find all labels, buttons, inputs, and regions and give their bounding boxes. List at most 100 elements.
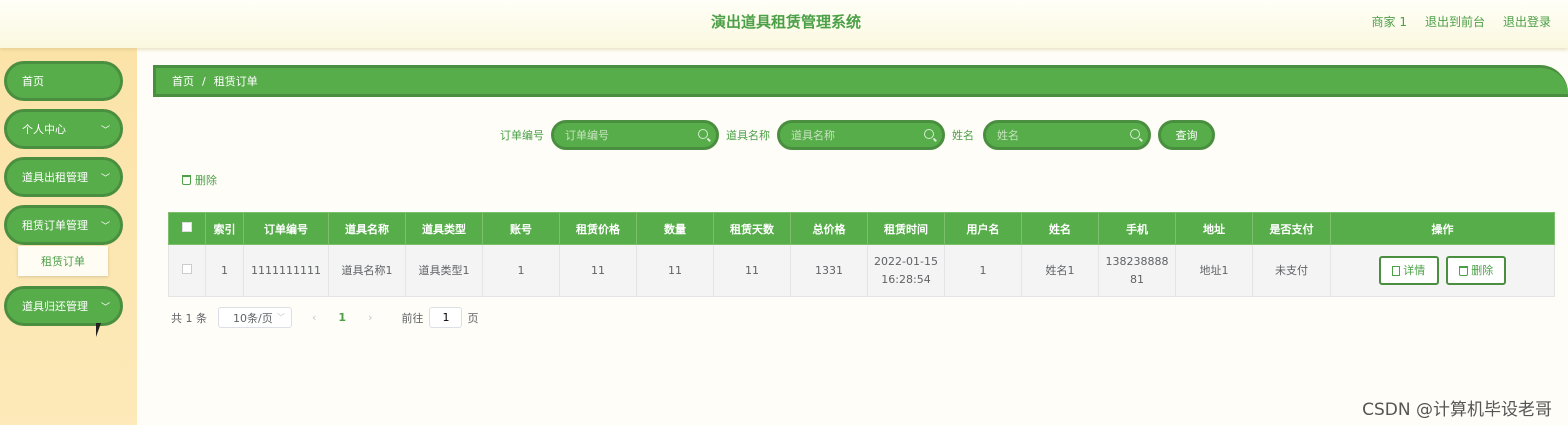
column-header: 租赁价格 — [559, 212, 637, 245]
breadcrumb-separator: / — [202, 74, 206, 88]
exit-to-front-link[interactable]: 退出到前台 — [1425, 13, 1485, 30]
top-links: 商家 1 退出到前台 退出登录 — [1372, 13, 1551, 30]
search-icon — [1130, 129, 1140, 139]
column-header: 租赁时间 — [867, 212, 945, 245]
breadcrumb-home[interactable]: 首页 — [172, 73, 194, 89]
sidebar-item-label: 道具出租管理 — [22, 171, 88, 184]
sidebar-item-prop-return[interactable]: 道具归还管理 ﹀ — [4, 286, 123, 326]
breadcrumb: 首页 / 租赁订单 — [153, 65, 1568, 97]
column-header: 订单编号 — [243, 212, 329, 245]
app-title: 演出道具租赁管理系统 — [710, 13, 861, 31]
cell-total: 1331 — [790, 244, 868, 297]
column-header: 道具类型 — [405, 212, 483, 245]
logout-link[interactable]: 退出登录 — [1503, 13, 1551, 30]
order-no-field-wrap — [551, 120, 719, 150]
merchant-user-link[interactable]: 商家 1 — [1372, 13, 1407, 30]
total-count: 共 1 条 — [171, 311, 207, 325]
column-header: 姓名 — [1021, 212, 1099, 245]
rent-date: 2022-01-15 — [874, 254, 938, 268]
phone-line-1: 138238888 — [1105, 254, 1169, 268]
watermark: CSDN @计算机毕设老哥 — [1362, 400, 1552, 420]
cell-account: 1 — [482, 244, 560, 297]
row-select-cell — [168, 244, 206, 297]
cell-days: 11 — [713, 244, 791, 297]
cell-qty: 11 — [636, 244, 714, 297]
column-header: 租赁天数 — [713, 212, 791, 245]
prop-name-field-wrap — [777, 120, 945, 150]
column-header: 手机 — [1098, 212, 1176, 245]
name-field-wrap — [983, 120, 1151, 150]
batch-delete-label: 删除 — [195, 174, 217, 187]
cell-index: 1 — [205, 244, 244, 297]
search-icon — [924, 129, 934, 139]
order-no-input[interactable] — [565, 128, 685, 142]
batch-delete-button[interactable]: 删除 — [182, 172, 217, 188]
trash-icon — [1459, 265, 1469, 276]
search-bar: 订单编号 道具名称 姓名 查询 — [0, 120, 1568, 150]
column-header: 账号 — [482, 212, 560, 245]
row-delete-button[interactable]: 删除 — [1446, 256, 1507, 285]
cell-username: 1 — [944, 244, 1022, 297]
prop-name-input[interactable] — [791, 128, 911, 142]
column-header: 用户名 — [944, 212, 1022, 245]
cell-address: 地址1 — [1175, 244, 1253, 297]
chevron-down-icon: ﹀ — [100, 221, 110, 232]
cell-actions: 详情 删除 — [1330, 244, 1555, 297]
prev-page-button[interactable]: ‹ — [312, 311, 316, 324]
cell-prop-type: 道具类型1 — [405, 244, 483, 297]
cell-prop-name: 道具名称1 — [328, 244, 406, 297]
trash-icon — [182, 175, 191, 185]
table-row: 1 1111111111 道具名称1 道具类型1 1 11 11 11 1331… — [168, 244, 1555, 297]
cell-paid: 未支付 — [1252, 244, 1331, 297]
select-all-checkbox[interactable] — [182, 222, 192, 232]
detail-label: 详情 — [1403, 263, 1426, 277]
name-label: 姓名 — [952, 129, 974, 142]
pagination: 共 1 条 10条/页 ﹀ ‹ 1 › 前往 页 — [171, 307, 478, 328]
cell-order-no: 1111111111 — [243, 244, 329, 297]
sidebar-item-prop-rental[interactable]: 道具出租管理 ﹀ — [4, 157, 123, 197]
column-header: 数量 — [636, 212, 714, 245]
page-size-select[interactable]: 10条/页 ﹀ — [218, 307, 292, 328]
submenu-item-rental-orders[interactable]: 租赁订单 — [18, 246, 108, 276]
cell-rent-time: 2022-01-15 16:28:54 — [867, 244, 945, 297]
sidebar-item-label: 道具归还管理 — [22, 300, 88, 313]
sidebar: 首页 个人中心 ﹀ 道具出租管理 ﹀ 租赁订单管理 ﹀ 租赁订单 道具归还管理 … — [0, 48, 137, 425]
cell-price: 11 — [559, 244, 637, 297]
query-button[interactable]: 查询 — [1158, 120, 1215, 150]
column-header: 是否支付 — [1252, 212, 1331, 245]
column-header: 操作 — [1330, 212, 1555, 245]
phone-line-2: 81 — [1130, 272, 1144, 286]
mouse-cursor-icon — [96, 323, 106, 337]
page-suffix: 页 — [467, 311, 479, 325]
cell-phone: 138238888 81 — [1098, 244, 1176, 297]
orders-table: 索引 订单编号 道具名称 道具类型 账号 租赁价格 数量 租赁天数 总价格 租赁… — [168, 212, 1555, 297]
breadcrumb-current: 租赁订单 — [213, 75, 258, 88]
chevron-down-icon: ﹀ — [100, 173, 110, 184]
sidebar-item-home[interactable]: 首页 — [4, 61, 123, 101]
order-no-label: 订单编号 — [500, 129, 544, 142]
cell-name: 姓名1 — [1021, 244, 1099, 297]
sidebar-item-label: 租赁订单管理 — [22, 219, 88, 232]
next-page-button[interactable]: › — [368, 311, 372, 324]
page-size-value: 10条/页 — [233, 311, 273, 325]
detail-button[interactable]: 详情 — [1378, 256, 1439, 285]
sidebar-item-label: 首页 — [22, 75, 44, 88]
sidebar-item-rental-orders[interactable]: 租赁订单管理 ﹀ — [4, 205, 123, 245]
select-all-cell — [168, 212, 206, 245]
page-number[interactable]: 1 — [338, 311, 346, 324]
column-header: 索引 — [205, 212, 244, 245]
search-icon — [698, 129, 708, 139]
row-checkbox[interactable] — [182, 263, 192, 274]
column-header: 总价格 — [790, 212, 868, 245]
rent-clock: 16:28:54 — [881, 272, 931, 286]
top-header: 演出道具租赁管理系统 商家 1 退出到前台 退出登录 — [0, 0, 1568, 48]
goto-label: 前往 — [401, 311, 424, 325]
document-icon — [1392, 265, 1401, 276]
chevron-down-icon: ﹀ — [100, 302, 110, 313]
goto-page-input[interactable] — [429, 307, 463, 328]
row-delete-label: 删除 — [1471, 263, 1494, 277]
name-input[interactable] — [997, 128, 1117, 142]
prop-name-label: 道具名称 — [726, 129, 770, 142]
column-header: 道具名称 — [328, 212, 406, 245]
column-header: 地址 — [1175, 212, 1253, 245]
